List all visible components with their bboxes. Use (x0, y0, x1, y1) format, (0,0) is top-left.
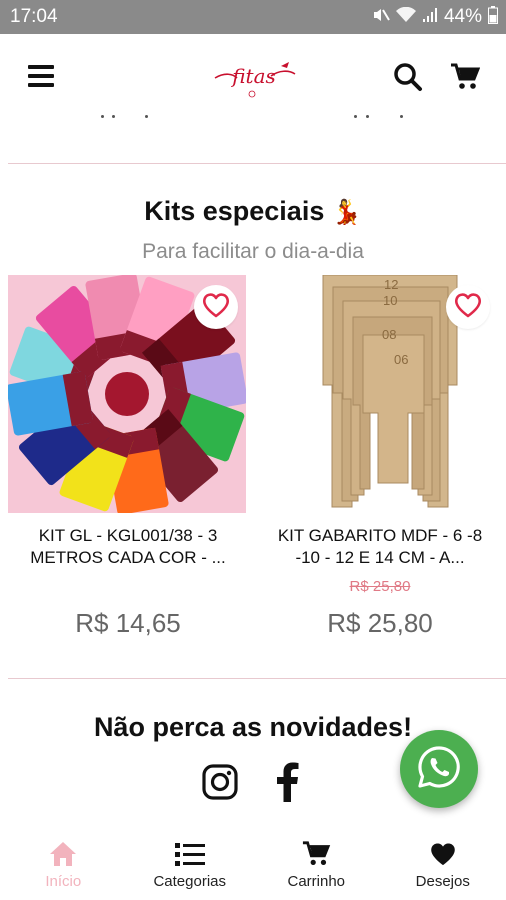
battery-icon (488, 6, 498, 28)
template-size-label: 10 (383, 293, 397, 308)
wishlist-button[interactable] (194, 285, 238, 329)
list-icon (174, 840, 205, 868)
heart-icon (428, 840, 458, 868)
bottom-nav: Início Categorias Carrinho Desejos (0, 830, 506, 900)
product-old-price: R$ 25,80 (349, 578, 411, 595)
nav-item-wishlist[interactable]: Desejos (380, 830, 506, 900)
section-divider (8, 678, 506, 679)
cart-icon (301, 840, 331, 868)
template-size-label: 08 (382, 327, 396, 342)
nav-item-home[interactable]: Início (0, 830, 127, 900)
status-time: 17:04 (10, 6, 58, 27)
product-price: R$ 14,65 (75, 608, 181, 638)
whatsapp-button[interactable] (400, 730, 478, 808)
product-name[interactable]: KIT GABARITO MDF - 6 -8 -10 - 12 E 14 CM… (264, 525, 496, 569)
dancer-emoji: 💃 (331, 199, 362, 226)
status-bar: 17:04 44% (0, 0, 506, 34)
section-subtitle: Para facilitar o dia-a-dia (142, 240, 364, 263)
product-card[interactable]: KIT GL - KGL001/38 - 3 METROS CADA COR -… (8, 275, 248, 655)
template-size-label: 12 (384, 277, 398, 292)
product-card[interactable]: 12 10 08 06 KIT GABARITO MDF - 6 -8 -10 - 1… (260, 275, 500, 655)
nav-label: Carrinho (287, 873, 346, 890)
product-name[interactable]: KIT GL - KGL001/38 - 3 METROS CADA COR -… (12, 525, 244, 569)
heart-outline-icon (453, 291, 483, 324)
svg-text:fitas: fitas (230, 64, 276, 88)
instagram-icon[interactable] (202, 764, 238, 800)
wishlist-button[interactable] (446, 285, 490, 329)
product-price: R$ 25,80 (327, 608, 433, 638)
wifi-icon (395, 6, 416, 27)
status-icons: 44% (372, 6, 498, 28)
mute-icon (372, 7, 390, 27)
nav-label: Início (45, 873, 82, 890)
menu-icon[interactable] (28, 65, 54, 87)
previous-section-remnant (0, 112, 506, 122)
facebook-icon[interactable] (274, 762, 300, 802)
logo[interactable]: fitas (211, 52, 297, 102)
cart-icon[interactable] (450, 62, 481, 92)
template-size-label: 06 (394, 352, 408, 367)
whatsapp-icon (417, 745, 461, 794)
nav-item-cart[interactable]: Carrinho (253, 830, 380, 900)
battery-level: 44% (443, 6, 482, 27)
section-divider (8, 163, 506, 164)
home-icon (48, 840, 78, 868)
heart-outline-icon (201, 291, 231, 324)
nav-item-categories[interactable]: Categorias (127, 830, 254, 900)
signal-icon (422, 7, 438, 27)
search-icon[interactable] (393, 62, 423, 92)
section-title: Kits especiais 💃 (144, 196, 362, 226)
nav-label: Categorias (153, 873, 227, 890)
nav-label: Desejos (415, 873, 470, 890)
app-header: fitas (0, 34, 506, 120)
